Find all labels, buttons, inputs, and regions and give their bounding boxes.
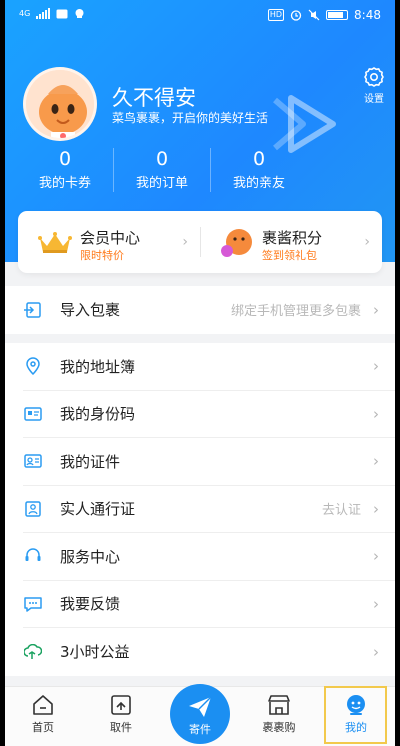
tab-home[interactable]: 首页: [13, 687, 73, 745]
points-subtitle: 签到领礼包: [262, 249, 317, 262]
chevron-right-icon: ›: [373, 452, 379, 471]
active-tab-highlight: [324, 686, 387, 744]
chevron-right-icon: ›: [373, 300, 379, 319]
avatar[interactable]: [23, 67, 97, 141]
menu-item-documents[interactable]: 我的证件 ›: [23, 438, 395, 486]
battery-icon: [326, 10, 349, 20]
row-label: 我的身份码: [60, 405, 136, 424]
row-hint: 去认证: [321, 503, 361, 519]
chevron-right-icon: ›: [373, 499, 379, 518]
phone-screen: 4G HD 8:48 久不得安 菜鸟裹裹，开启你的美好生活 设置 0 我的卡券 …: [5, 0, 395, 746]
hd-badge: HD: [267, 9, 285, 21]
import-parcel-row[interactable]: 导入包裹 绑定手机管理更多包裹 ›: [23, 286, 395, 334]
person-badge-icon: [23, 499, 43, 519]
menu-item-feedback[interactable]: 我要反馈 ›: [23, 581, 395, 628]
status-bar: 4G HD 8:48: [5, 0, 395, 30]
member-center-entry[interactable]: 会员中心 限时特价 ›: [18, 211, 200, 273]
username[interactable]: 久不得安: [112, 82, 196, 112]
row-label: 我的证件: [60, 452, 121, 471]
menu-item-address-book[interactable]: 我的地址簿 ›: [23, 343, 395, 391]
send-icon: [189, 696, 212, 717]
stat-value: 0: [252, 148, 266, 170]
stat-friends[interactable]: 0 我的亲友: [211, 146, 307, 198]
tab-send[interactable]: 寄件: [170, 684, 230, 744]
chevron-right-icon: ›: [364, 234, 370, 250]
row-label: 3小时公益: [60, 643, 130, 662]
status-time: 8:48: [354, 8, 381, 22]
settings-label: 设置: [364, 94, 384, 105]
crown-icon: [38, 232, 72, 253]
chevron-right-icon: ›: [373, 404, 379, 423]
row-label: 实人通行证: [60, 500, 136, 519]
stat-value: 0: [155, 148, 169, 170]
stat-value: 0: [58, 148, 72, 170]
headset-icon: [23, 546, 43, 566]
row-label: 导入包裹: [60, 301, 121, 320]
menu-item-service-center[interactable]: 服务中心 ›: [23, 533, 395, 581]
tab-label: 裹裹购: [262, 721, 296, 734]
tab-pickup[interactable]: 取件: [91, 687, 151, 745]
mute-icon: [308, 9, 320, 21]
shop-icon: [268, 695, 290, 715]
stat-coupons[interactable]: 0 我的卡券: [17, 146, 113, 198]
feedback-icon: [23, 594, 43, 614]
charity-icon: [23, 642, 43, 662]
id-code-icon: [23, 404, 43, 424]
stat-label: 我的卡券: [38, 176, 91, 191]
network-label: 4G: [19, 9, 31, 18]
location-icon: [23, 356, 43, 376]
row-label: 我要反馈: [60, 595, 121, 614]
member-center-subtitle: 限时特价: [80, 249, 124, 262]
chevron-right-icon: ›: [373, 642, 379, 661]
message-icon: [56, 9, 68, 18]
tab-label: 首页: [32, 721, 54, 734]
row-label: 服务中心: [60, 547, 121, 566]
chevron-right-icon: ›: [373, 547, 379, 566]
import-section: 导入包裹 绑定手机管理更多包裹 ›: [5, 286, 395, 334]
gear-icon: [364, 67, 384, 87]
tab-label: 取件: [110, 721, 132, 734]
signal-icon: [36, 8, 51, 19]
points-title: 裹酱积分: [262, 229, 323, 247]
settings-button[interactable]: 设置: [354, 66, 394, 105]
chevron-right-icon: ›: [182, 234, 188, 250]
menu-item-id-code[interactable]: 我的身份码 ›: [23, 391, 395, 438]
tab-shop[interactable]: 裹裹购: [249, 687, 309, 745]
home-icon: [33, 695, 53, 715]
tab-label: 寄件: [189, 723, 211, 736]
stat-orders[interactable]: 0 我的订单: [114, 146, 210, 198]
id-card-icon: [23, 451, 43, 471]
points-entry[interactable]: 裹酱积分 签到领礼包 ›: [200, 211, 382, 273]
chevron-right-icon: ›: [373, 594, 379, 613]
mascot-icon: [221, 229, 252, 257]
stat-label: 我的亲友: [232, 176, 285, 191]
import-icon: [23, 300, 43, 320]
stats-row: 0 我的卡券 0 我的订单 0 我的亲友: [5, 146, 395, 198]
pickup-icon: [111, 695, 131, 715]
row-hint: 绑定手机管理更多包裹: [230, 304, 361, 320]
row-label: 我的地址簿: [60, 357, 136, 376]
notification-icon: [75, 9, 84, 18]
chevron-right-icon: ›: [373, 357, 379, 376]
profile-slogan: 菜鸟裹裹，开启你的美好生活: [112, 111, 269, 125]
menu-item-real-person-pass[interactable]: 实人通行证 去认证 ›: [23, 486, 395, 533]
member-center-title: 会员中心: [80, 229, 141, 247]
menu-item-charity[interactable]: 3小时公益 ›: [23, 628, 395, 676]
menu-section: 我的地址簿 › 我的身份码 › 我的证件 › 实人通行证 去认证 › 服务中心 …: [5, 343, 395, 676]
member-card: 会员中心 限时特价 › 裹酱积分 签到领礼包 ›: [18, 211, 382, 273]
alarm-icon: [290, 10, 302, 21]
stat-label: 我的订单: [135, 176, 188, 191]
